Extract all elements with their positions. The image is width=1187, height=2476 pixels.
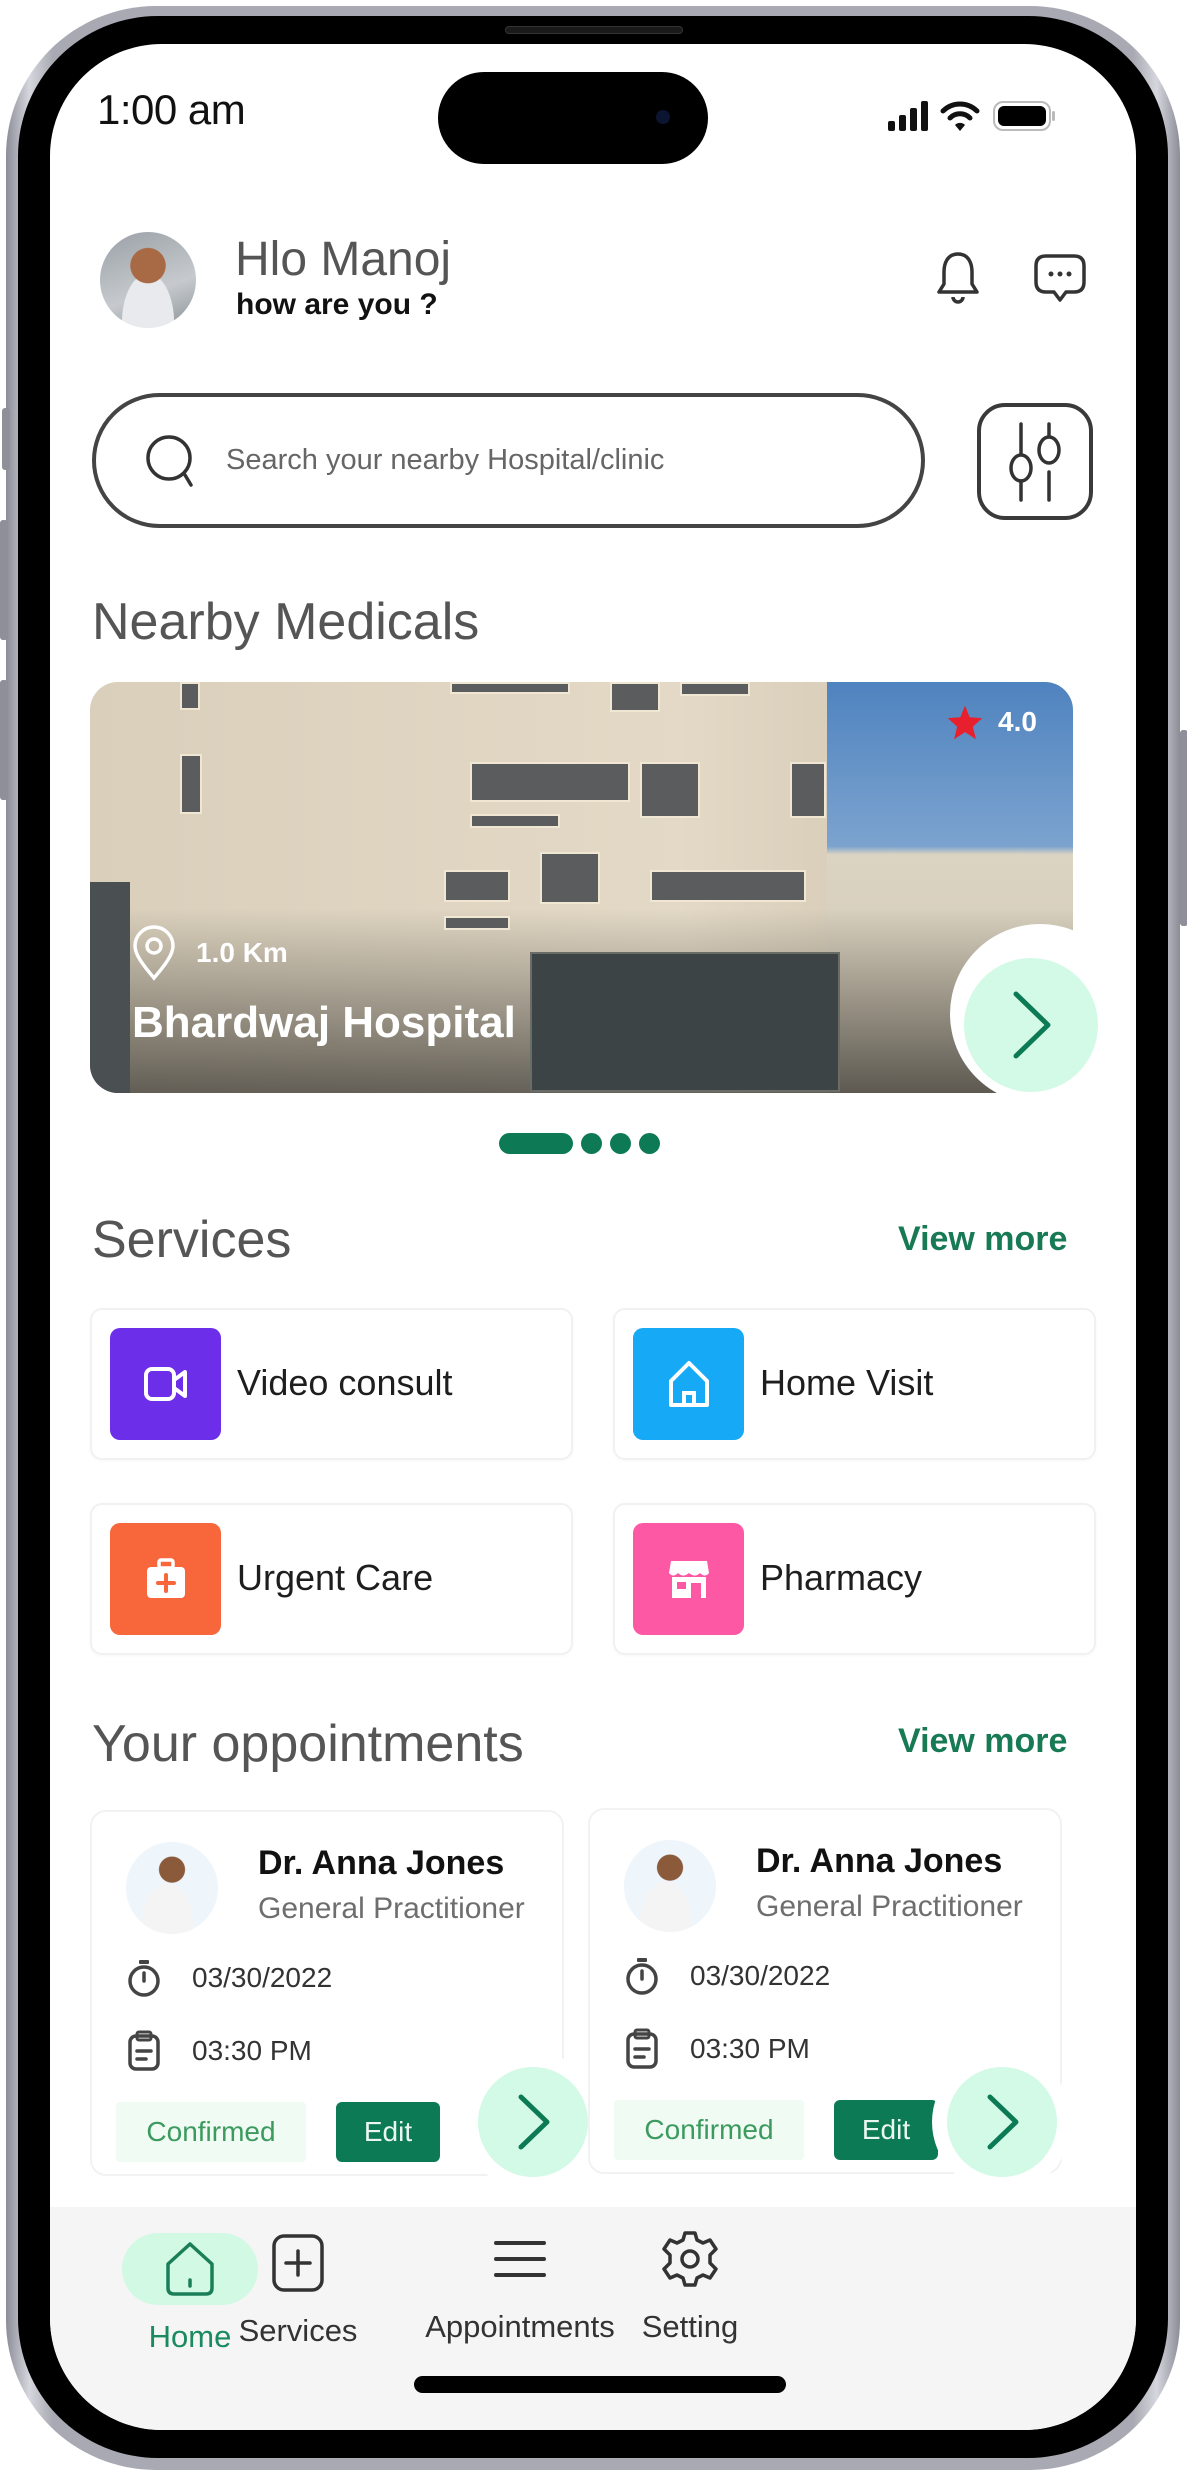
filter-button[interactable]: [977, 403, 1093, 520]
chevron-right-icon: [987, 2094, 1019, 2150]
star-icon: [947, 705, 983, 740]
front-camera: [656, 110, 670, 124]
signal-icon: [888, 101, 928, 131]
bell-icon: [937, 252, 979, 304]
appointment-time-row: 03:30 PM: [126, 2030, 312, 2072]
gear-icon: [622, 2223, 758, 2295]
stopwatch-icon: [128, 1960, 160, 1997]
status-badge: Confirmed: [614, 2100, 804, 2160]
carousel-pagination: [499, 1133, 660, 1154]
clipboard-icon: [626, 2028, 658, 2069]
volume-down-button: [0, 680, 8, 800]
appointment-date-row: 03/30/2022: [126, 1958, 332, 1998]
appointment-time: 03:30 PM: [690, 2033, 810, 2064]
service-urgent-care[interactable]: Urgent Care: [90, 1503, 573, 1655]
service-label: Pharmacy: [760, 1557, 923, 1598]
medical-kit-icon: [110, 1523, 221, 1635]
chat-icon: [1034, 254, 1086, 302]
storefront-icon: [633, 1523, 744, 1635]
stopwatch-icon: [626, 1958, 658, 1995]
doctor-specialty: General Practitioner: [756, 1890, 1023, 1923]
clipboard-icon: [128, 2030, 160, 2071]
rating: 4.0: [946, 704, 1037, 740]
status-time: 1:00 am: [97, 86, 246, 133]
distance: 1.0 Km: [130, 924, 288, 982]
search-input[interactable]: Search your nearby Hospital/clinic: [92, 393, 925, 528]
doctor-name: Dr. Anna Jones: [756, 1842, 1003, 1880]
pagination-dot-active[interactable]: [499, 1133, 573, 1154]
nav-label: Setting: [641, 2309, 739, 2344]
sliders-icon: [1009, 421, 1061, 502]
pagination-dot[interactable]: [610, 1133, 631, 1154]
service-label: Urgent Care: [237, 1557, 434, 1598]
status-icons: [888, 96, 1058, 136]
doctor-avatar: [624, 1840, 716, 1932]
volume-up-button: [0, 520, 8, 640]
search-placeholder: Search your nearby Hospital/clinic: [226, 444, 665, 476]
user-avatar[interactable]: [100, 232, 196, 328]
search-icon: [146, 434, 193, 487]
distance-value: 1.0 Km: [196, 937, 288, 968]
greeting-name: Hlo Manoj: [235, 233, 452, 286]
service-label: Video consult: [237, 1362, 453, 1403]
earpiece-speaker: [505, 26, 683, 34]
rating-value: 4.0: [998, 706, 1037, 737]
doctor-specialty: General Practitioner: [258, 1892, 525, 1925]
app-screen: 1:00 am Hlo Manoj how are you ? Search y…: [50, 44, 1136, 2430]
location-pin-icon: [133, 925, 175, 981]
action-button: [2, 408, 10, 470]
plus-square-icon: [230, 2227, 366, 2299]
edit-button[interactable]: Edit: [834, 2100, 938, 2160]
chevron-right-icon: [1013, 991, 1051, 1059]
appointment-date-row: 03/30/2022: [624, 1956, 830, 1996]
appointment-date: 03/30/2022: [690, 1960, 831, 1991]
hospital-next-button[interactable]: [964, 958, 1098, 1092]
service-video-consult[interactable]: Video consult: [90, 1308, 573, 1460]
battery-icon: [993, 101, 1055, 131]
nav-label: Appointments: [425, 2309, 615, 2344]
video-camera-icon: [110, 1328, 221, 1440]
bottom-nav: Home Services Appointments Setting: [50, 2207, 1136, 2430]
appointment-date: 03/30/2022: [192, 1962, 333, 1993]
pagination-dot[interactable]: [639, 1133, 660, 1154]
nav-label: Home: [148, 2319, 232, 2354]
service-pharmacy[interactable]: Pharmacy: [613, 1503, 1096, 1655]
nearby-medicals-title: Nearby Medicals: [92, 593, 480, 651]
nav-services[interactable]: Services: [230, 2227, 366, 2349]
wifi-icon: [940, 101, 980, 131]
status-badge: Confirmed: [116, 2102, 306, 2162]
appointment-time: 03:30 PM: [192, 2035, 312, 2066]
service-home-visit[interactable]: Home Visit: [613, 1308, 1096, 1460]
greeting-subtitle: how are you ?: [236, 288, 438, 321]
doctor-avatar: [126, 1842, 218, 1934]
hospital-name: Bhardwaj Hospital: [132, 998, 516, 1047]
appointment-next-button[interactable]: [478, 2067, 588, 2177]
doctor-name: Dr. Anna Jones: [258, 1844, 505, 1882]
messages-button[interactable]: [1030, 248, 1090, 308]
services-title: Services: [92, 1211, 292, 1269]
power-button: [1180, 730, 1187, 926]
chevron-right-icon: [518, 2094, 550, 2150]
nav-label: Services: [238, 2313, 358, 2348]
house-icon: [633, 1328, 744, 1440]
nav-setting[interactable]: Setting: [590, 2223, 790, 2345]
appointments-view-more-link[interactable]: View more: [898, 1722, 1067, 1761]
appointments-title: Your oppointments: [92, 1715, 524, 1773]
home-indicator[interactable]: [414, 2376, 786, 2393]
edit-button[interactable]: Edit: [336, 2102, 440, 2162]
notifications-button[interactable]: [928, 248, 988, 308]
services-view-more-link[interactable]: View more: [898, 1220, 1067, 1259]
appointment-time-row: 03:30 PM: [624, 2028, 810, 2070]
appointment-next-button[interactable]: [947, 2067, 1057, 2177]
service-label: Home Visit: [760, 1362, 934, 1403]
pagination-dot[interactable]: [581, 1133, 602, 1154]
